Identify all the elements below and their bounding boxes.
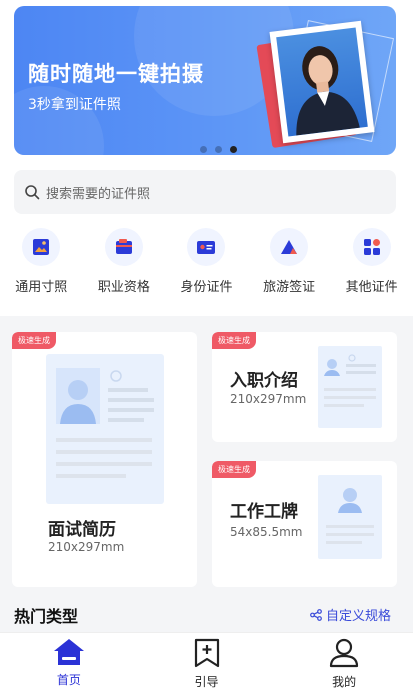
category-label: 通用寸照 xyxy=(15,280,68,295)
banner-pagination[interactable] xyxy=(200,146,237,153)
search-input[interactable]: 搜索需要的证件照 xyxy=(46,183,150,202)
tab-label: 引导 xyxy=(194,675,219,689)
fast-badge: 极速生成 xyxy=(212,461,256,478)
id-card-icon xyxy=(197,241,216,254)
pagination-dot[interactable] xyxy=(200,146,207,153)
badge-illustration xyxy=(318,475,382,559)
template-size: 210x297mm xyxy=(230,392,307,406)
custom-size-label: 自定义规格 xyxy=(326,609,392,624)
tab-label: 我的 xyxy=(332,675,357,689)
tab-profile[interactable]: 我的 xyxy=(275,633,413,691)
template-card-badge[interactable]: 极速生成 工作工牌 54x85.5mm xyxy=(212,461,397,587)
template-size: 210x297mm xyxy=(48,540,125,554)
banner-photo-illustration xyxy=(256,20,395,149)
share-icon xyxy=(310,608,322,621)
template-title: 入职介绍 xyxy=(230,371,298,391)
home-icon xyxy=(53,639,84,665)
category-label: 职业资格 xyxy=(97,280,150,295)
photo-icon xyxy=(33,239,50,255)
bottom-tab-bar: 首页 引导 我的 xyxy=(0,632,413,691)
promo-banner[interactable]: 随时随地一键拍摄 3秒拿到证件照 xyxy=(14,6,396,155)
fast-badge: 极速生成 xyxy=(12,332,56,349)
category-label: 身份证件 xyxy=(180,280,233,295)
custom-size-link[interactable]: 自定义规格 xyxy=(310,605,391,624)
pagination-dot-active[interactable] xyxy=(230,146,237,153)
template-card-resume[interactable]: 极速生成 面试简历 210x297mm xyxy=(12,332,197,587)
category-row: 通用寸照 职业资格 身份证件 旅游签证 其他证件 xyxy=(0,228,413,298)
category-professional[interactable]: 职业资格 xyxy=(83,228,166,298)
hot-section-title: 热门类型 xyxy=(14,607,79,626)
template-title: 工作工牌 xyxy=(230,502,298,522)
template-title: 面试简历 xyxy=(48,520,116,540)
template-size: 54x85.5mm xyxy=(230,525,303,539)
tab-label: 首页 xyxy=(56,673,81,687)
template-card-onboarding[interactable]: 极速生成 入职介绍 210x297mm xyxy=(212,332,397,442)
category-general-photo[interactable]: 通用寸照 xyxy=(0,228,83,298)
search-icon xyxy=(25,185,40,200)
category-travel-visa[interactable]: 旅游签证 xyxy=(248,228,331,298)
tab-guide[interactable]: 引导 xyxy=(138,633,276,691)
banner-subtitle: 3秒拿到证件照 xyxy=(28,97,121,113)
fast-badge: 极速生成 xyxy=(212,332,256,349)
banner-title: 随时随地一键拍摄 xyxy=(28,62,204,86)
pagination-dot[interactable] xyxy=(215,146,222,153)
tab-home[interactable]: 首页 xyxy=(0,633,138,691)
template-section: 极速生成 面试简历 210x297mm 极速生成 入职介绍 210x297mm xyxy=(0,316,413,632)
category-other[interactable]: 其他证件 xyxy=(330,228,413,298)
bookmark-add-icon xyxy=(194,638,219,668)
grid-icon xyxy=(363,239,380,255)
travel-icon xyxy=(281,240,298,254)
category-label: 旅游签证 xyxy=(263,280,316,295)
search-bar[interactable]: 搜索需要的证件照 xyxy=(14,170,396,214)
resume-illustration xyxy=(46,354,164,504)
user-icon xyxy=(330,638,359,668)
folder-icon xyxy=(115,239,132,254)
category-label: 其他证件 xyxy=(345,280,398,295)
category-id-documents[interactable]: 身份证件 xyxy=(165,228,248,298)
onboarding-illustration xyxy=(318,346,382,428)
